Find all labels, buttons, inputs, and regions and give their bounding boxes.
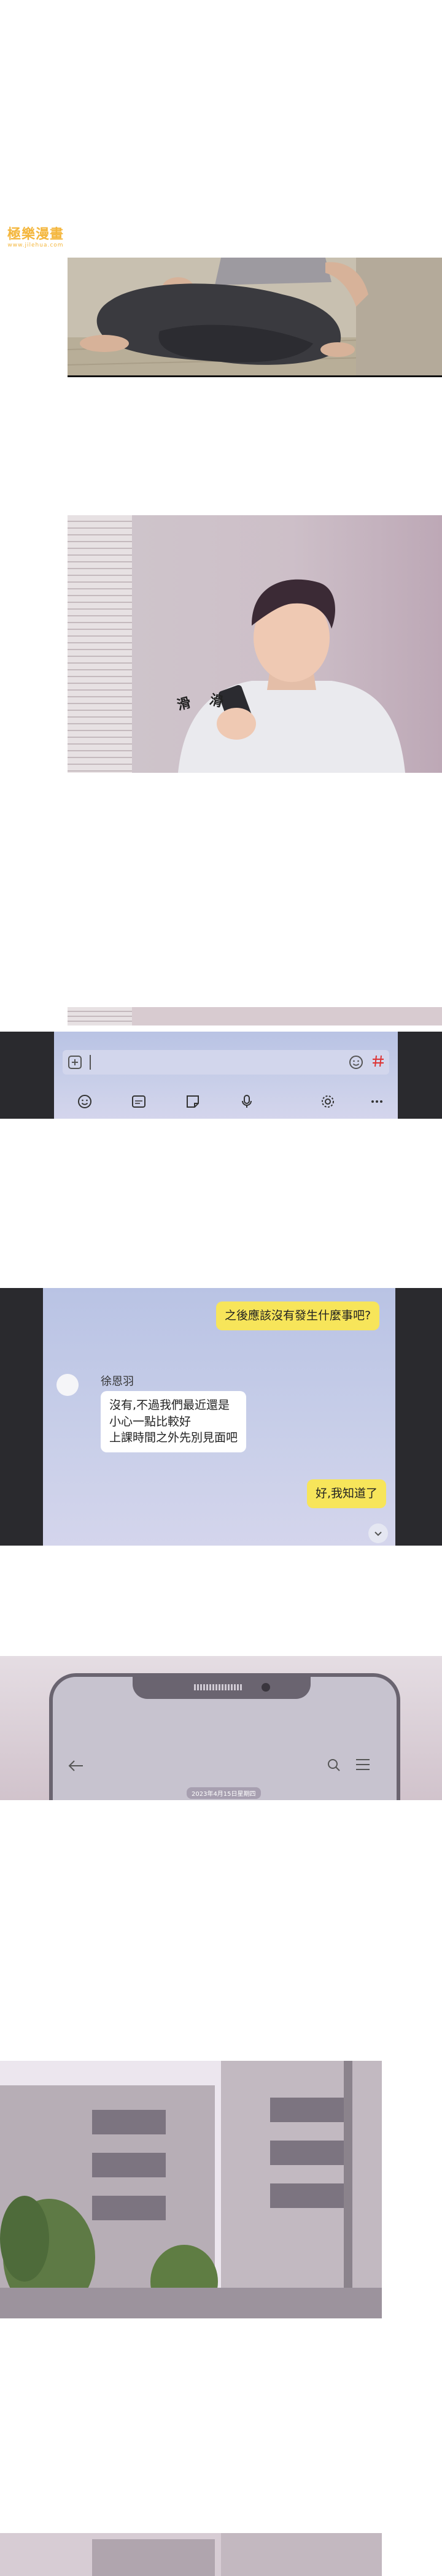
back-arrow-icon[interactable] (68, 1759, 85, 1775)
mic-icon[interactable] (239, 1094, 254, 1111)
sticker-icon[interactable] (185, 1094, 200, 1111)
panel-man-with-phone: 滑 滑 (68, 515, 442, 773)
text-cursor[interactable] (90, 1055, 91, 1070)
panel-phone-input-bar (0, 1032, 442, 1119)
search-icon[interactable] (327, 1758, 341, 1775)
seated-figure-illustration (68, 258, 442, 375)
outgoing-message-2: 好,我知道了 (307, 1479, 387, 1508)
hash-icon[interactable] (371, 1054, 386, 1068)
panel-bottom-strip (0, 2533, 382, 2576)
panel-strip (68, 1007, 442, 1025)
panel-apartment-buildings (0, 2061, 382, 2318)
smile-icon[interactable] (77, 1094, 92, 1111)
watermark-subtitle: www.jilehua.com (7, 242, 64, 249)
bottom-strip-illustration (0, 2533, 382, 2576)
phone-body: 2023年4月15日星期四 (49, 1673, 400, 1800)
input-toolbar (63, 1091, 389, 1111)
contact-name: 徐恩羽 (101, 1375, 134, 1388)
panel-chat-conversation: 之後應該沒有發生什麼事吧? 徐恩羽 沒有,不過我們最近還是 小心一點比較好 上課… (0, 1288, 442, 1546)
plus-icon[interactable] (68, 1055, 82, 1070)
incoming-message-1: 沒有,不過我們最近還是 小心一點比較好 上課時間之外先別見面吧 (101, 1391, 247, 1452)
gif-icon[interactable] (131, 1094, 146, 1111)
front-camera (262, 1683, 270, 1692)
man-illustration (178, 579, 405, 773)
speaker-grille (194, 1684, 243, 1690)
emoji-icon[interactable] (349, 1055, 363, 1070)
gear-icon[interactable] (320, 1094, 335, 1111)
panel-seated-figure (68, 258, 442, 377)
watermark-logo: 極樂漫畫 www.jilehua.com (4, 222, 68, 254)
scroll-down-icon[interactable] (368, 1524, 388, 1543)
date-divider: 2023年4月15日星期四 (187, 1787, 261, 1799)
strip-blinds (68, 1007, 132, 1025)
app-header: 2023年4月15日星期四 (64, 1748, 383, 1799)
outgoing-message-1: 之後應該沒有發生什麼事吧? (216, 1301, 380, 1330)
menu-icon[interactable] (355, 1758, 371, 1774)
chat-screen: 之後應該沒有發生什麼事吧? 徐恩羽 沒有,不過我們最近還是 小心一點比較好 上課… (43, 1288, 395, 1546)
message-input-row (63, 1050, 389, 1075)
apartment-illustration (0, 2061, 382, 2318)
phone-screen (54, 1032, 398, 1119)
contact-avatar[interactable] (56, 1374, 79, 1396)
more-icon[interactable] (370, 1094, 384, 1111)
watermark-title: 極樂漫畫 (7, 226, 64, 242)
phone-notch (133, 1677, 311, 1699)
panel-phone-top: 2023年4月15日星期四 (0, 1656, 442, 1800)
